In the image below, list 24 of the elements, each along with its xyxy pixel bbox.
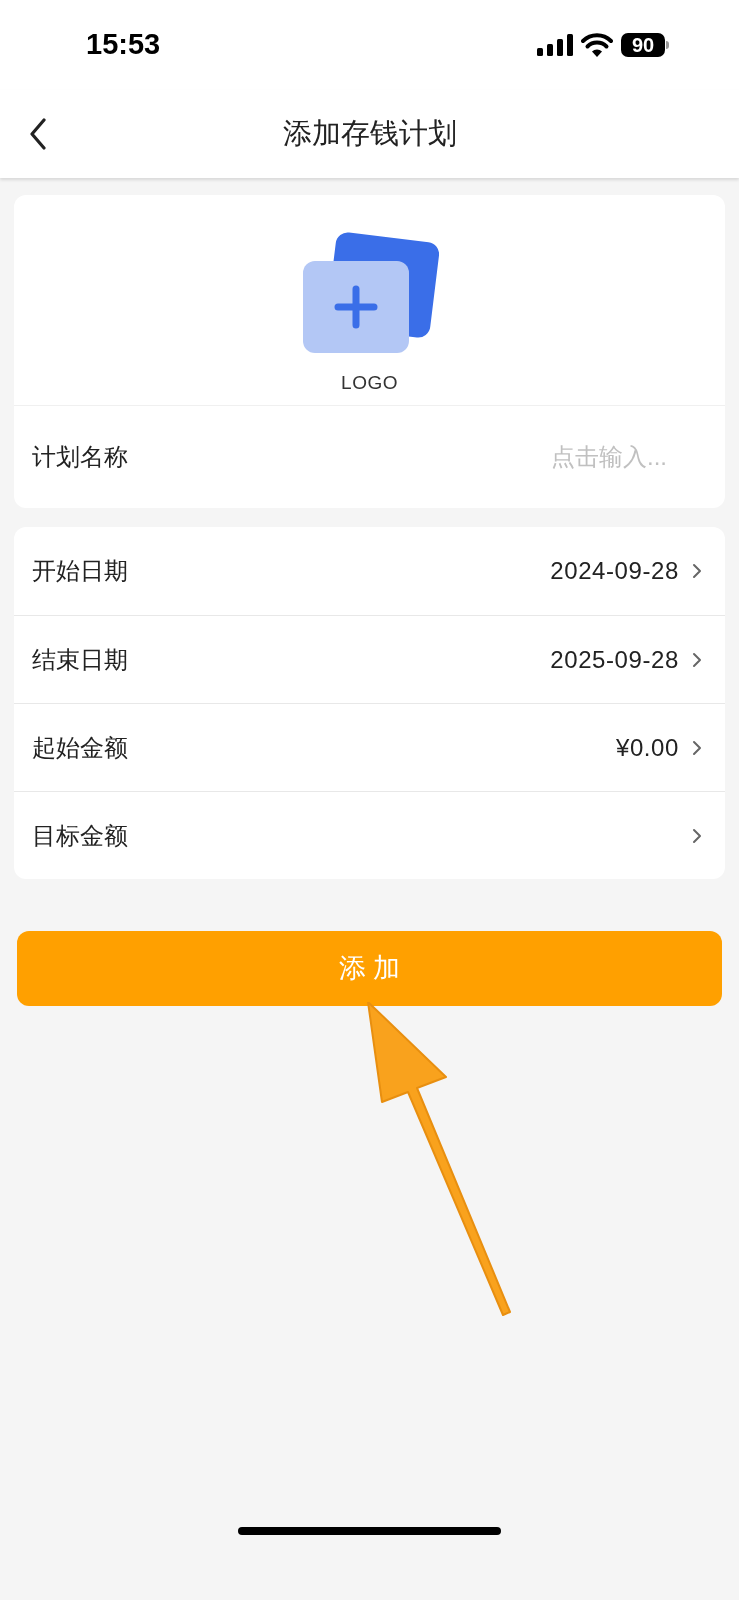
settings-row[interactable]: 起始金额 ¥0.00 — [14, 703, 725, 791]
chevron-right-icon — [691, 738, 703, 757]
settings-row[interactable]: 目标金额 — [14, 791, 725, 879]
logo-label: LOGO — [341, 370, 398, 395]
row-label: 目标金额 — [32, 820, 128, 851]
chevron-right-icon — [691, 650, 703, 669]
row-value: ¥0.00 — [615, 732, 679, 763]
settings-row[interactable]: 结束日期 2025-09-28 — [14, 615, 725, 703]
signal-icon — [537, 34, 573, 56]
row-label: 开始日期 — [32, 556, 128, 586]
field-label: 计划名称 — [32, 442, 128, 472]
settings-row[interactable]: 开始日期 2024-09-28 — [14, 527, 725, 615]
row-label: 结束日期 — [32, 644, 128, 675]
row-label: 起始金额 — [32, 732, 128, 763]
row-value: 2024-09-28 — [550, 556, 679, 586]
chevron-right-icon — [691, 562, 703, 580]
page-title: 添加存钱计划 — [282, 116, 457, 152]
logo-upload-button[interactable] — [300, 230, 439, 353]
wifi-icon — [581, 33, 613, 57]
status-time: 15:53 — [86, 27, 161, 63]
chevron-right-icon — [691, 826, 703, 845]
row-value: 2025-09-28 — [550, 644, 679, 675]
battery-indicator: 90 — [621, 33, 669, 57]
plan-name-field[interactable]: 点击输入... — [447, 439, 707, 475]
